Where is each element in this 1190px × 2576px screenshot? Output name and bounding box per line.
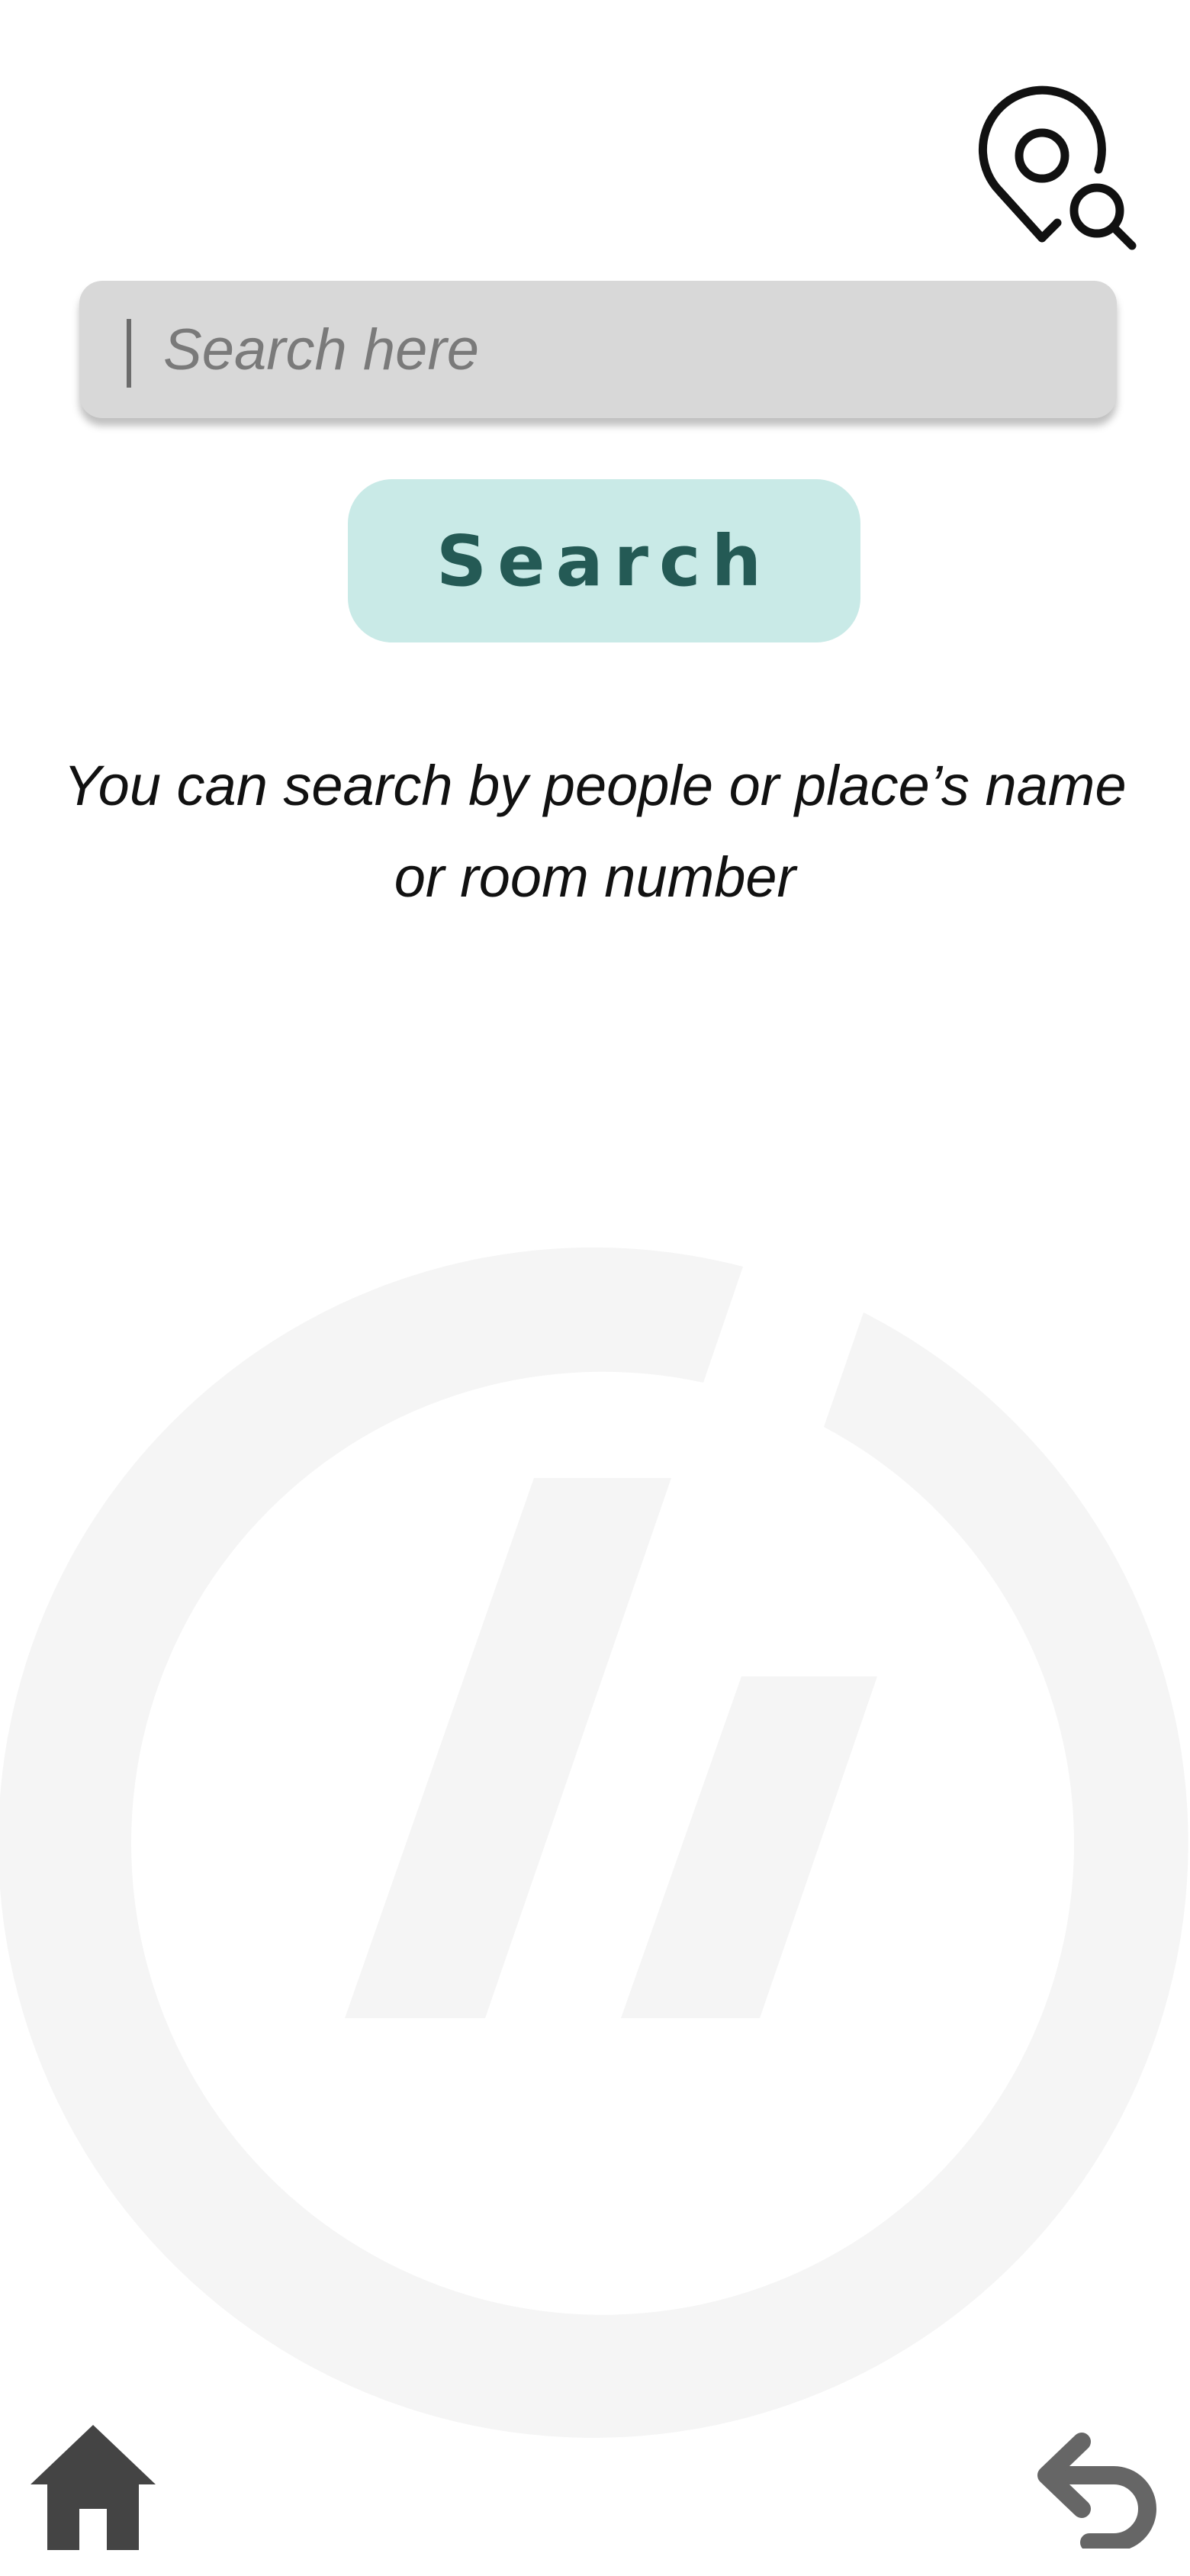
text-caret — [127, 319, 131, 388]
search-hint-line-1: You can search by people or place’s name — [63, 754, 1127, 817]
map-pin-search-icon[interactable] — [976, 85, 1141, 250]
search-button[interactable]: Search — [348, 479, 860, 642]
search-field[interactable] — [79, 281, 1117, 418]
back-button[interactable] — [1028, 2426, 1159, 2552]
home-icon — [31, 2425, 156, 2550]
search-input[interactable] — [163, 281, 1094, 418]
back-arrow-icon — [1037, 2433, 1156, 2552]
logo-watermark — [0, 1247, 1188, 2438]
search-hint: You can search by people or place’s name… — [31, 740, 1159, 923]
home-button[interactable] — [27, 2419, 159, 2550]
search-hint-line-2: or room number — [394, 845, 796, 909]
